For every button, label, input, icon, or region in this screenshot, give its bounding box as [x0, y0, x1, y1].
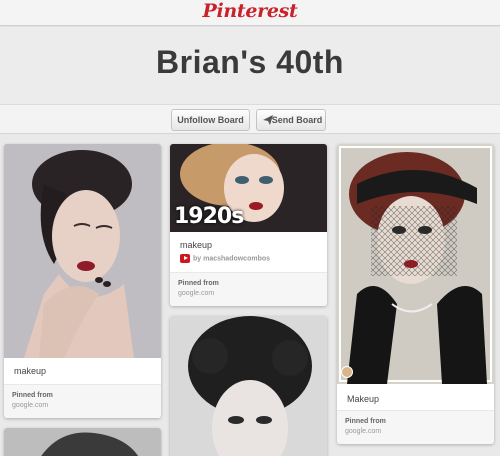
unfollow-board-button[interactable]: Unfollow Board — [171, 109, 250, 131]
send-board-button[interactable]: Send Board — [256, 109, 326, 131]
divider — [4, 384, 161, 385]
pinned-from-label: Pinned from — [345, 418, 386, 425]
image-overlay-text: 1920s — [174, 204, 244, 229]
pin-card[interactable]: makeup Pinned from google.com — [4, 144, 161, 418]
pin-image[interactable] — [337, 144, 494, 384]
pin-card[interactable]: 1920s makeup by macshadowcombos Pinned f… — [170, 144, 327, 306]
youtube-icon — [180, 254, 190, 263]
pin-footer: Pinned from google.com — [337, 410, 494, 444]
pin-image[interactable] — [4, 144, 161, 358]
pin-attribution[interactable]: by macshadowcombos — [180, 254, 270, 263]
pin-description: Makeup — [347, 394, 380, 404]
pin-footer: Pinned from google.com — [4, 384, 161, 418]
send-icon — [263, 115, 273, 125]
pin-source-link[interactable]: google.com — [178, 290, 214, 297]
pin-via-text: by macshadowcombos — [193, 255, 271, 263]
send-board-label: Send Board — [271, 115, 323, 125]
pin-footer: Pinned from google.com — [170, 272, 327, 306]
pinterest-logo[interactable]: Pinterest — [0, 0, 500, 22]
pin-description: makeup — [180, 240, 213, 250]
pin-description: makeup — [14, 366, 47, 376]
pin-source-link[interactable]: google.com — [12, 402, 48, 409]
board-action-bar: Unfollow Board Send Board — [0, 104, 500, 134]
board-header: Brian's 40th — [0, 27, 500, 105]
pinned-from-label: Pinned from — [178, 280, 219, 287]
pinned-from-label: Pinned from — [12, 392, 53, 399]
board-title: Brian's 40th — [156, 44, 344, 80]
divider — [337, 410, 494, 411]
pin-card[interactable]: Makeup Pinned from google.com — [337, 144, 494, 444]
pin-source-link[interactable]: google.com — [345, 428, 381, 435]
pin-image[interactable] — [170, 316, 327, 456]
pin-image[interactable] — [4, 428, 161, 456]
top-bar: Pinterest — [0, 0, 500, 26]
pin-card[interactable] — [170, 316, 327, 456]
divider — [170, 272, 327, 273]
pin-card[interactable] — [4, 428, 161, 456]
pinner-avatar[interactable] — [341, 366, 353, 378]
